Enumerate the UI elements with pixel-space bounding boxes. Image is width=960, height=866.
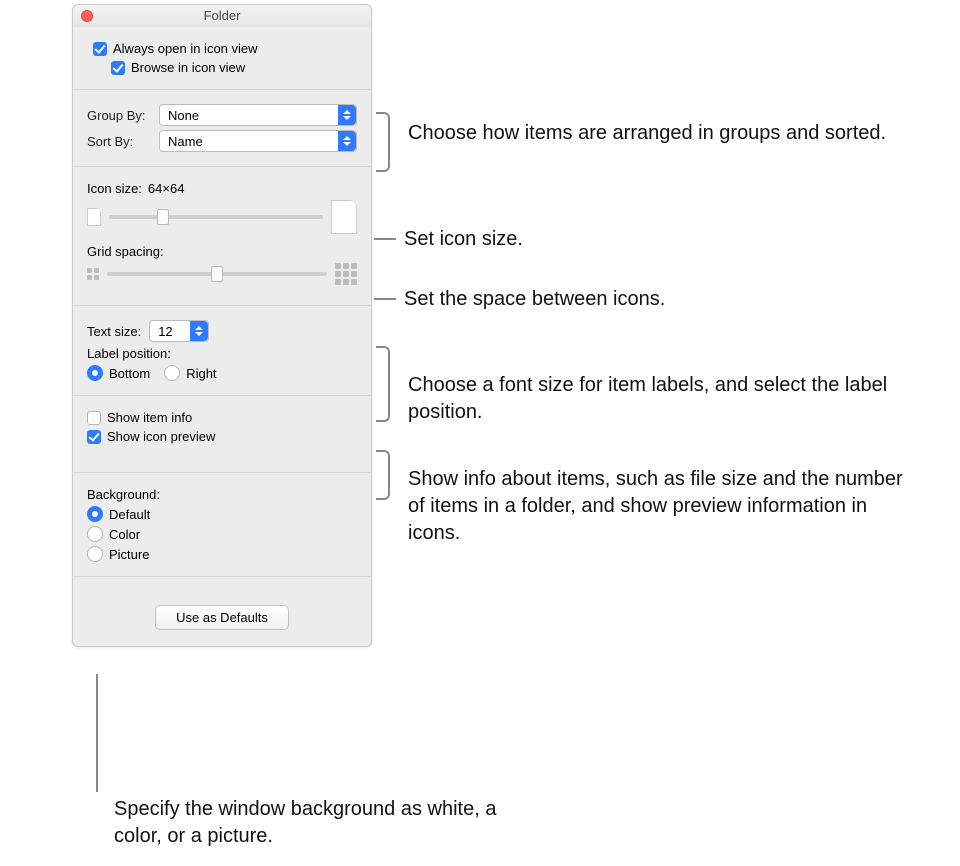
grid-spacing-label: Grid spacing: [87, 244, 164, 259]
slider-thumb[interactable] [211, 266, 223, 282]
sort-by-label: Sort By: [87, 134, 159, 149]
chevron-updown-icon [190, 321, 208, 341]
grid-tight-icon [87, 268, 99, 280]
callout-arrange: Choose how items are arranged in groups … [408, 120, 888, 147]
section-view-mode: Always open in icon view Browse in icon … [73, 27, 371, 90]
browse-label: Browse in icon view [131, 60, 245, 75]
callout-leader [374, 238, 396, 240]
show-icon-preview-checkbox[interactable] [87, 430, 101, 444]
grid-wide-icon [335, 263, 357, 285]
window-title: Folder [73, 8, 371, 23]
show-icon-preview-label: Show icon preview [107, 429, 215, 444]
footer: Use as Defaults [73, 577, 371, 646]
text-size-value: 12 [158, 324, 172, 339]
label-position-right-label: Right [186, 366, 216, 381]
chevron-updown-icon [338, 131, 356, 151]
label-position-bottom-label: Bottom [109, 366, 150, 381]
group-by-select[interactable]: None [159, 104, 357, 126]
text-size-label: Text size: [87, 324, 141, 339]
text-size-select[interactable]: 12 [149, 320, 209, 342]
icon-size-label: Icon size: [87, 181, 142, 196]
label-position-bottom-radio[interactable] [87, 365, 103, 381]
background-heading: Background: [87, 487, 160, 502]
callout-icon-size: Set icon size. [404, 226, 804, 253]
background-default-label: Default [109, 507, 150, 522]
grid-spacing-slider[interactable] [107, 272, 327, 276]
callout-bracket [376, 450, 390, 500]
callout-leader [96, 674, 98, 792]
always-open-checkbox[interactable] [93, 42, 107, 56]
background-picture-radio[interactable] [87, 546, 103, 562]
chevron-updown-icon [338, 105, 356, 125]
document-large-icon [331, 200, 357, 234]
background-color-radio[interactable] [87, 526, 103, 542]
section-text: Text size: 12 Label position: Bottom Rig… [73, 306, 371, 396]
callout-grid-spacing: Set the space between icons. [404, 286, 804, 313]
callout-info: Show info about items, such as file size… [408, 466, 908, 547]
section-arrange: Group By: None Sort By: Name [73, 90, 371, 167]
view-options-panel: Folder Always open in icon view Browse i… [72, 4, 372, 647]
section-icon: Icon size: 64×64 Grid spacing: [73, 167, 371, 306]
callout-leader [374, 298, 396, 300]
background-default-radio[interactable] [87, 506, 103, 522]
show-item-info-label: Show item info [107, 410, 192, 425]
sort-by-select[interactable]: Name [159, 130, 357, 152]
callout-bracket [376, 346, 390, 422]
titlebar[interactable]: Folder [73, 5, 371, 27]
background-picture-label: Picture [109, 547, 149, 562]
callout-bracket [376, 112, 390, 172]
icon-size-value: 64×64 [148, 181, 185, 196]
icon-size-slider[interactable] [109, 215, 323, 219]
callout-text: Choose a font size for item labels, and … [408, 372, 888, 426]
browse-checkbox[interactable] [111, 61, 125, 75]
label-position-right-radio[interactable] [164, 365, 180, 381]
label-position-label: Label position: [87, 346, 171, 361]
callout-background: Specify the window background as white, … [114, 796, 544, 850]
document-small-icon [87, 208, 101, 226]
section-background: Background: Default Color Picture [73, 473, 371, 577]
background-color-label: Color [109, 527, 140, 542]
group-by-value: None [168, 108, 199, 123]
use-as-defaults-button[interactable]: Use as Defaults [155, 605, 289, 630]
slider-thumb[interactable] [157, 209, 169, 225]
section-info: Show item info Show icon preview [73, 396, 371, 473]
show-item-info-checkbox[interactable] [87, 411, 101, 425]
always-open-label: Always open in icon view [113, 41, 258, 56]
sort-by-value: Name [168, 134, 203, 149]
group-by-label: Group By: [87, 108, 159, 123]
